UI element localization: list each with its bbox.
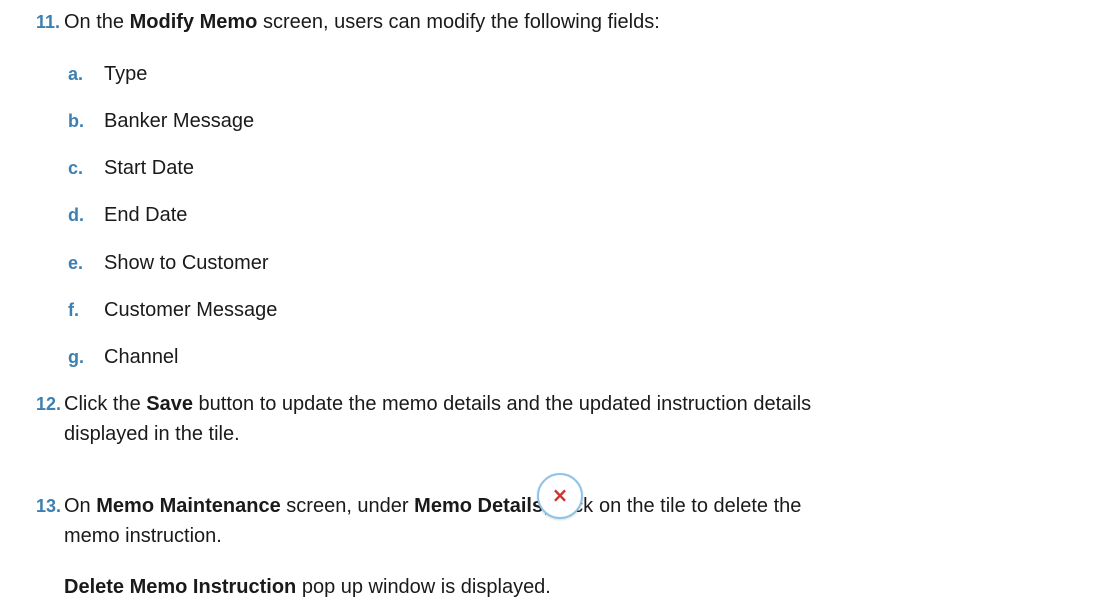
list-item: Start Date <box>104 157 195 179</box>
section-name: Memo Details <box>414 495 544 517</box>
screen-name: Memo Maintenance <box>96 495 281 517</box>
list-letter: b. <box>68 111 84 131</box>
step-text: Click the Save button to update the memo… <box>64 393 812 415</box>
step-number: 11. <box>36 12 61 32</box>
list-letter: c. <box>68 158 84 178</box>
step-number: 12. <box>36 394 62 414</box>
step-note: Delete Memo Instruction pop up window is… <box>64 576 551 598</box>
list-item: Type <box>104 63 148 85</box>
popup-name: Delete Memo Instruction <box>64 576 297 598</box>
step-text-tail: on the tile to delete the <box>599 495 802 517</box>
list-letter: e. <box>68 253 84 273</box>
button-name: Save <box>146 393 193 415</box>
list-letter: f. <box>68 300 79 320</box>
step-text-continued: displayed in the tile. <box>64 423 240 445</box>
list-item: Channel <box>104 346 179 368</box>
step-text: On Memo Maintenance screen, under Memo D… <box>64 495 593 517</box>
list-letter: a. <box>68 64 84 84</box>
list-item: End Date <box>104 204 188 226</box>
screen-name: Modify Memo <box>129 11 258 33</box>
list-letter: d. <box>68 205 84 225</box>
step-text: On the Modify Memo screen, users can mod… <box>64 11 660 33</box>
close-x-icon: × <box>537 473 583 519</box>
list-item: Banker Message <box>104 110 255 132</box>
list-letter: g. <box>68 347 84 367</box>
list-item: Show to Customer <box>104 252 269 274</box>
step-text-continued: memo instruction. <box>64 525 222 547</box>
list-item: Customer Message <box>104 299 278 321</box>
step-number: 13. <box>36 496 62 516</box>
